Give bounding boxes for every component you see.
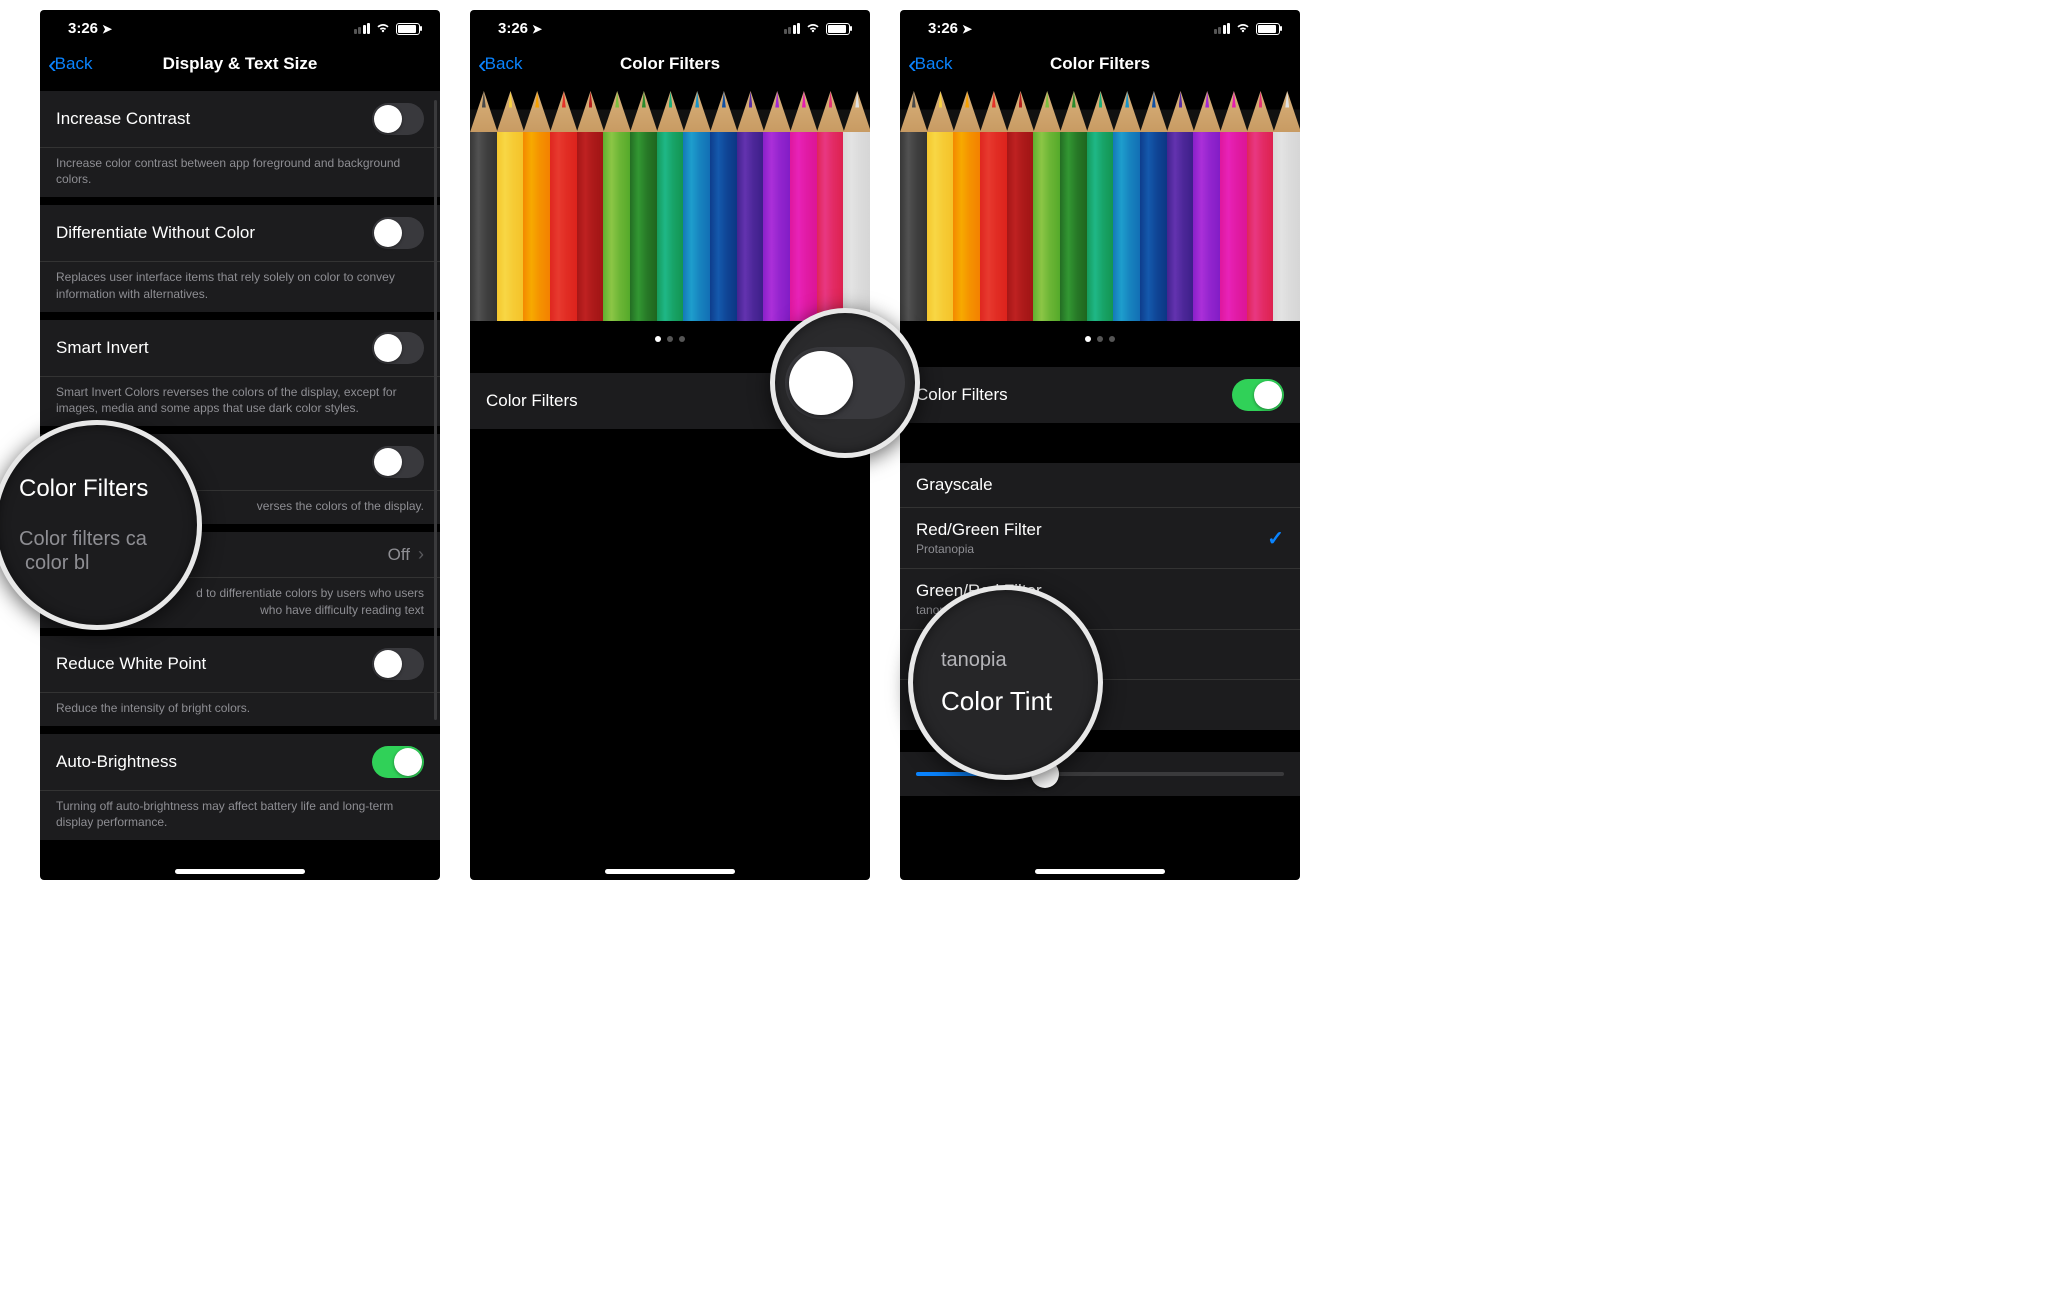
cellular-icon [784,23,801,34]
pencil [1167,91,1195,321]
back-button[interactable]: ‹ Back [478,51,522,77]
page-title: Display & Text Size [40,54,440,74]
toggle-large-icon [785,347,905,419]
pencil [737,91,765,321]
footer-increase-contrast: Increase color contrast between app fore… [40,148,440,197]
pencil [1247,91,1275,321]
callout-color-filters-row: Color Filters Color filters ca color bl [0,420,202,630]
toggle-reduce-white-point[interactable] [372,648,424,680]
wifi-icon [375,20,391,37]
wifi-icon [1235,20,1251,37]
row-grayscale[interactable]: Grayscale [900,463,1300,508]
back-label: Back [915,54,953,74]
battery-icon [826,23,850,35]
cellular-icon [1214,23,1231,34]
footer-auto-brightness: Turning off auto-brightness may affect b… [40,791,440,840]
footer-diff-without-color: Replaces user interface items that rely … [40,262,440,311]
row-increase-contrast[interactable]: Increase Contrast [40,91,440,148]
toggle-increase-contrast[interactable] [372,103,424,135]
pencil [980,91,1008,321]
row-smart-invert[interactable]: Smart Invert [40,320,440,377]
row-diff-without-color[interactable]: Differentiate Without Color [40,205,440,262]
pencil [550,91,578,321]
location-icon: ➤ [962,22,972,36]
page-title: Color Filters [900,54,1300,74]
home-indicator[interactable] [605,869,735,874]
nav-bar: ‹ Back Color Filters [900,41,1300,91]
pencil [790,91,818,321]
toggle-diff-without-color[interactable] [372,217,424,249]
page-indicator[interactable] [900,321,1300,353]
pencil [1060,91,1088,321]
footer-smart-invert: Smart Invert Colors reverses the colors … [40,377,440,426]
pencil [843,91,870,321]
pencil [470,91,498,321]
pencil [1193,91,1221,321]
page-title: Color Filters [470,54,870,74]
location-icon: ➤ [102,22,112,36]
callout-toggle-off [770,308,920,458]
pencils-preview[interactable] [900,91,1300,321]
pencil [603,91,631,321]
toggle-auto-brightness[interactable] [372,746,424,778]
pencil [1087,91,1115,321]
pencil [1007,91,1035,321]
status-bar: 3:26 ➤ [40,10,440,41]
pencil [577,91,605,321]
row-red-green[interactable]: Red/Green Filter Protanopia ✓ [900,508,1300,569]
back-button[interactable]: ‹ Back [908,51,952,77]
pencils-preview[interactable] [470,91,870,321]
row-reduce-white-point[interactable]: Reduce White Point [40,636,440,693]
status-time: 3:26 [68,20,98,37]
nav-bar: ‹ Back Display & Text Size [40,41,440,91]
status-time: 3:26 [928,20,958,37]
pencil [817,91,845,321]
pencil [1033,91,1061,321]
scrollbar[interactable] [434,100,437,720]
toggle-color-filters[interactable] [1232,379,1284,411]
pencil [1113,91,1141,321]
wifi-icon [805,20,821,37]
toggle-smart-invert[interactable] [372,332,424,364]
location-icon: ➤ [532,22,542,36]
pencil [1273,91,1300,321]
checkmark-icon: ✓ [1267,526,1284,551]
pencil [523,91,551,321]
footer-rwp: Reduce the intensity of bright colors. [40,693,440,726]
row-auto-brightness[interactable]: Auto-Brightness [40,734,440,791]
pencil [1140,91,1168,321]
battery-icon [1256,23,1280,35]
pencil [927,91,955,321]
pencil [497,91,525,321]
pencil [630,91,658,321]
back-label: Back [55,54,93,74]
chevron-right-icon: › [418,544,424,565]
cellular-icon [354,23,371,34]
row-color-filters-toggle[interactable]: Color Filters [900,367,1300,423]
nav-bar: ‹ Back Color Filters [470,41,870,91]
pencil [683,91,711,321]
pencil [763,91,791,321]
pencil [657,91,685,321]
status-time: 3:26 [498,20,528,37]
home-indicator[interactable] [1035,869,1165,874]
callout-color-tint: tanopia Color Tint [908,585,1103,780]
battery-icon [396,23,420,35]
pencil [953,91,981,321]
back-label: Back [485,54,523,74]
status-bar: 3:26 ➤ [900,10,1300,41]
home-indicator[interactable] [175,869,305,874]
toggle-classic-invert[interactable] [372,446,424,478]
pencil [1220,91,1248,321]
pencil [710,91,738,321]
status-bar: 3:26 ➤ [470,10,870,41]
color-filters-value: Off [388,545,410,565]
pencil [900,91,928,321]
back-button[interactable]: ‹ Back [48,51,92,77]
